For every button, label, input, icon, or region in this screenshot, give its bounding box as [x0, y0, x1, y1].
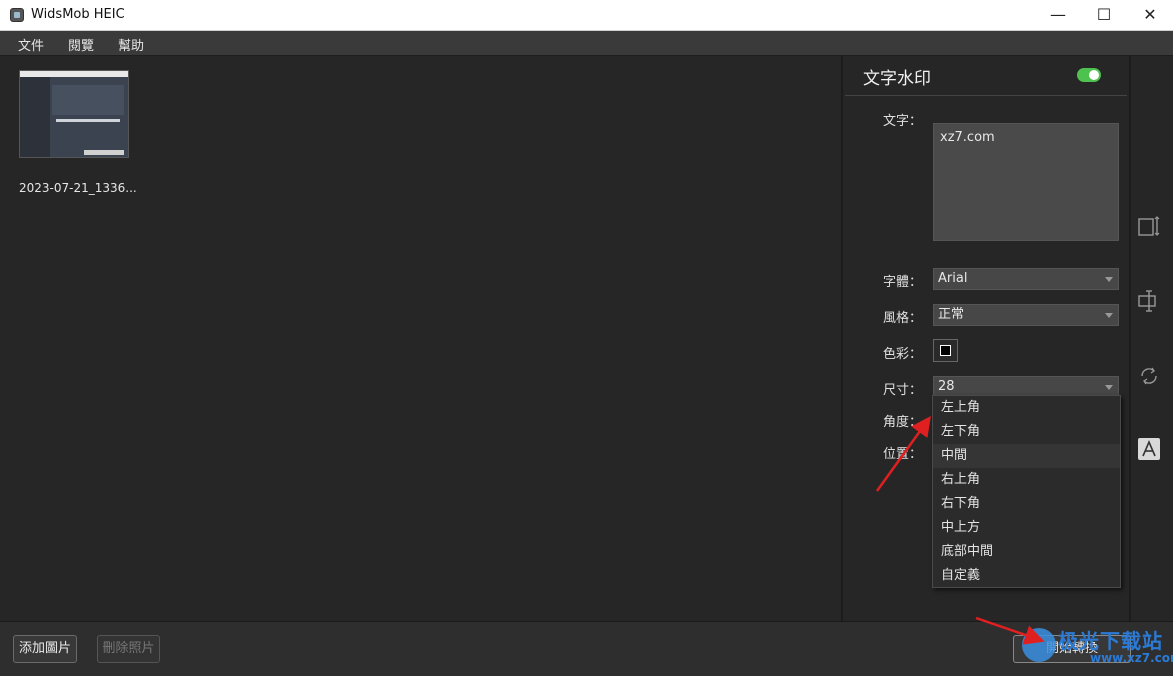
text-watermark-icon[interactable] [1137, 437, 1161, 461]
window-title: WidsMob HEIC [31, 7, 125, 22]
color-label: 色彩： [883, 347, 923, 362]
thumbnail-preview-sidebar [20, 77, 50, 157]
size-label: 尺寸： [883, 383, 923, 398]
size-select-value: 28 [938, 379, 955, 394]
thumbnail-preview-content [52, 85, 124, 115]
panel-separator [845, 95, 1127, 96]
minimize-button[interactable]: — [1035, 0, 1081, 30]
image-thumbnail[interactable] [19, 70, 129, 158]
chevron-down-icon [1105, 277, 1113, 282]
position-option[interactable]: 左下角 [933, 420, 1120, 444]
crop-icon[interactable] [1137, 214, 1161, 238]
menu-bar: 文件 閱覽 幫助 [0, 31, 1173, 56]
close-button[interactable]: ✕ [1127, 0, 1173, 30]
resize-icon[interactable] [1137, 289, 1161, 313]
thumbnail-preview-line [56, 119, 120, 122]
bottom-toolbar [0, 621, 1173, 676]
style-select[interactable]: 正常 [933, 304, 1119, 326]
menu-file[interactable]: 文件 [18, 35, 44, 54]
watermark-toggle[interactable] [1077, 68, 1101, 82]
font-select-value: Arial [938, 271, 968, 286]
position-option[interactable]: 左上角 [933, 396, 1120, 420]
font-select[interactable]: Arial [933, 268, 1119, 290]
menu-help[interactable]: 幫助 [118, 35, 144, 54]
site-logo-icon [1022, 628, 1056, 662]
position-dropdown-list: 左上角 左下角 中間 右上角 右下角 中上方 底部中間 自定義 [932, 395, 1121, 588]
thumbnail-preview-footer [84, 150, 124, 155]
title-bar: WidsMob HEIC — ☐ ✕ [0, 0, 1173, 31]
app-icon [10, 8, 24, 22]
panel-title: 文字水印 [863, 69, 931, 89]
position-option[interactable]: 自定義 [933, 564, 1120, 588]
thumbnail-label: 2023-07-21_1336... [19, 181, 137, 195]
chevron-down-icon [1105, 385, 1113, 390]
site-watermark-name: 极光下载站 [1058, 629, 1163, 653]
watermark-text-input[interactable]: xz7.com [933, 123, 1119, 241]
rotate-icon[interactable] [1137, 364, 1161, 388]
style-label: 風格： [883, 311, 923, 326]
chevron-down-icon [1105, 313, 1113, 318]
position-option[interactable]: 底部中間 [933, 540, 1120, 564]
position-option[interactable]: 中上方 [933, 516, 1120, 540]
position-label: 位置： [883, 447, 923, 462]
color-picker-button[interactable] [933, 339, 958, 362]
angle-label: 角度： [883, 415, 923, 430]
site-watermark-url: www.xz7.com [1090, 651, 1173, 665]
font-label: 字體： [883, 275, 923, 290]
text-label: 文字： [883, 114, 923, 129]
position-option[interactable]: 右下角 [933, 492, 1120, 516]
maximize-button[interactable]: ☐ [1081, 0, 1127, 30]
tool-strip [1131, 56, 1173, 621]
remove-photo-button[interactable]: 刪除照片 [97, 635, 160, 663]
menu-view[interactable]: 閱覽 [68, 35, 94, 54]
add-image-button[interactable]: 添加圖片 [13, 635, 77, 663]
position-option[interactable]: 中間 [933, 444, 1120, 468]
position-option[interactable]: 右上角 [933, 468, 1120, 492]
style-select-value: 正常 [938, 307, 965, 322]
